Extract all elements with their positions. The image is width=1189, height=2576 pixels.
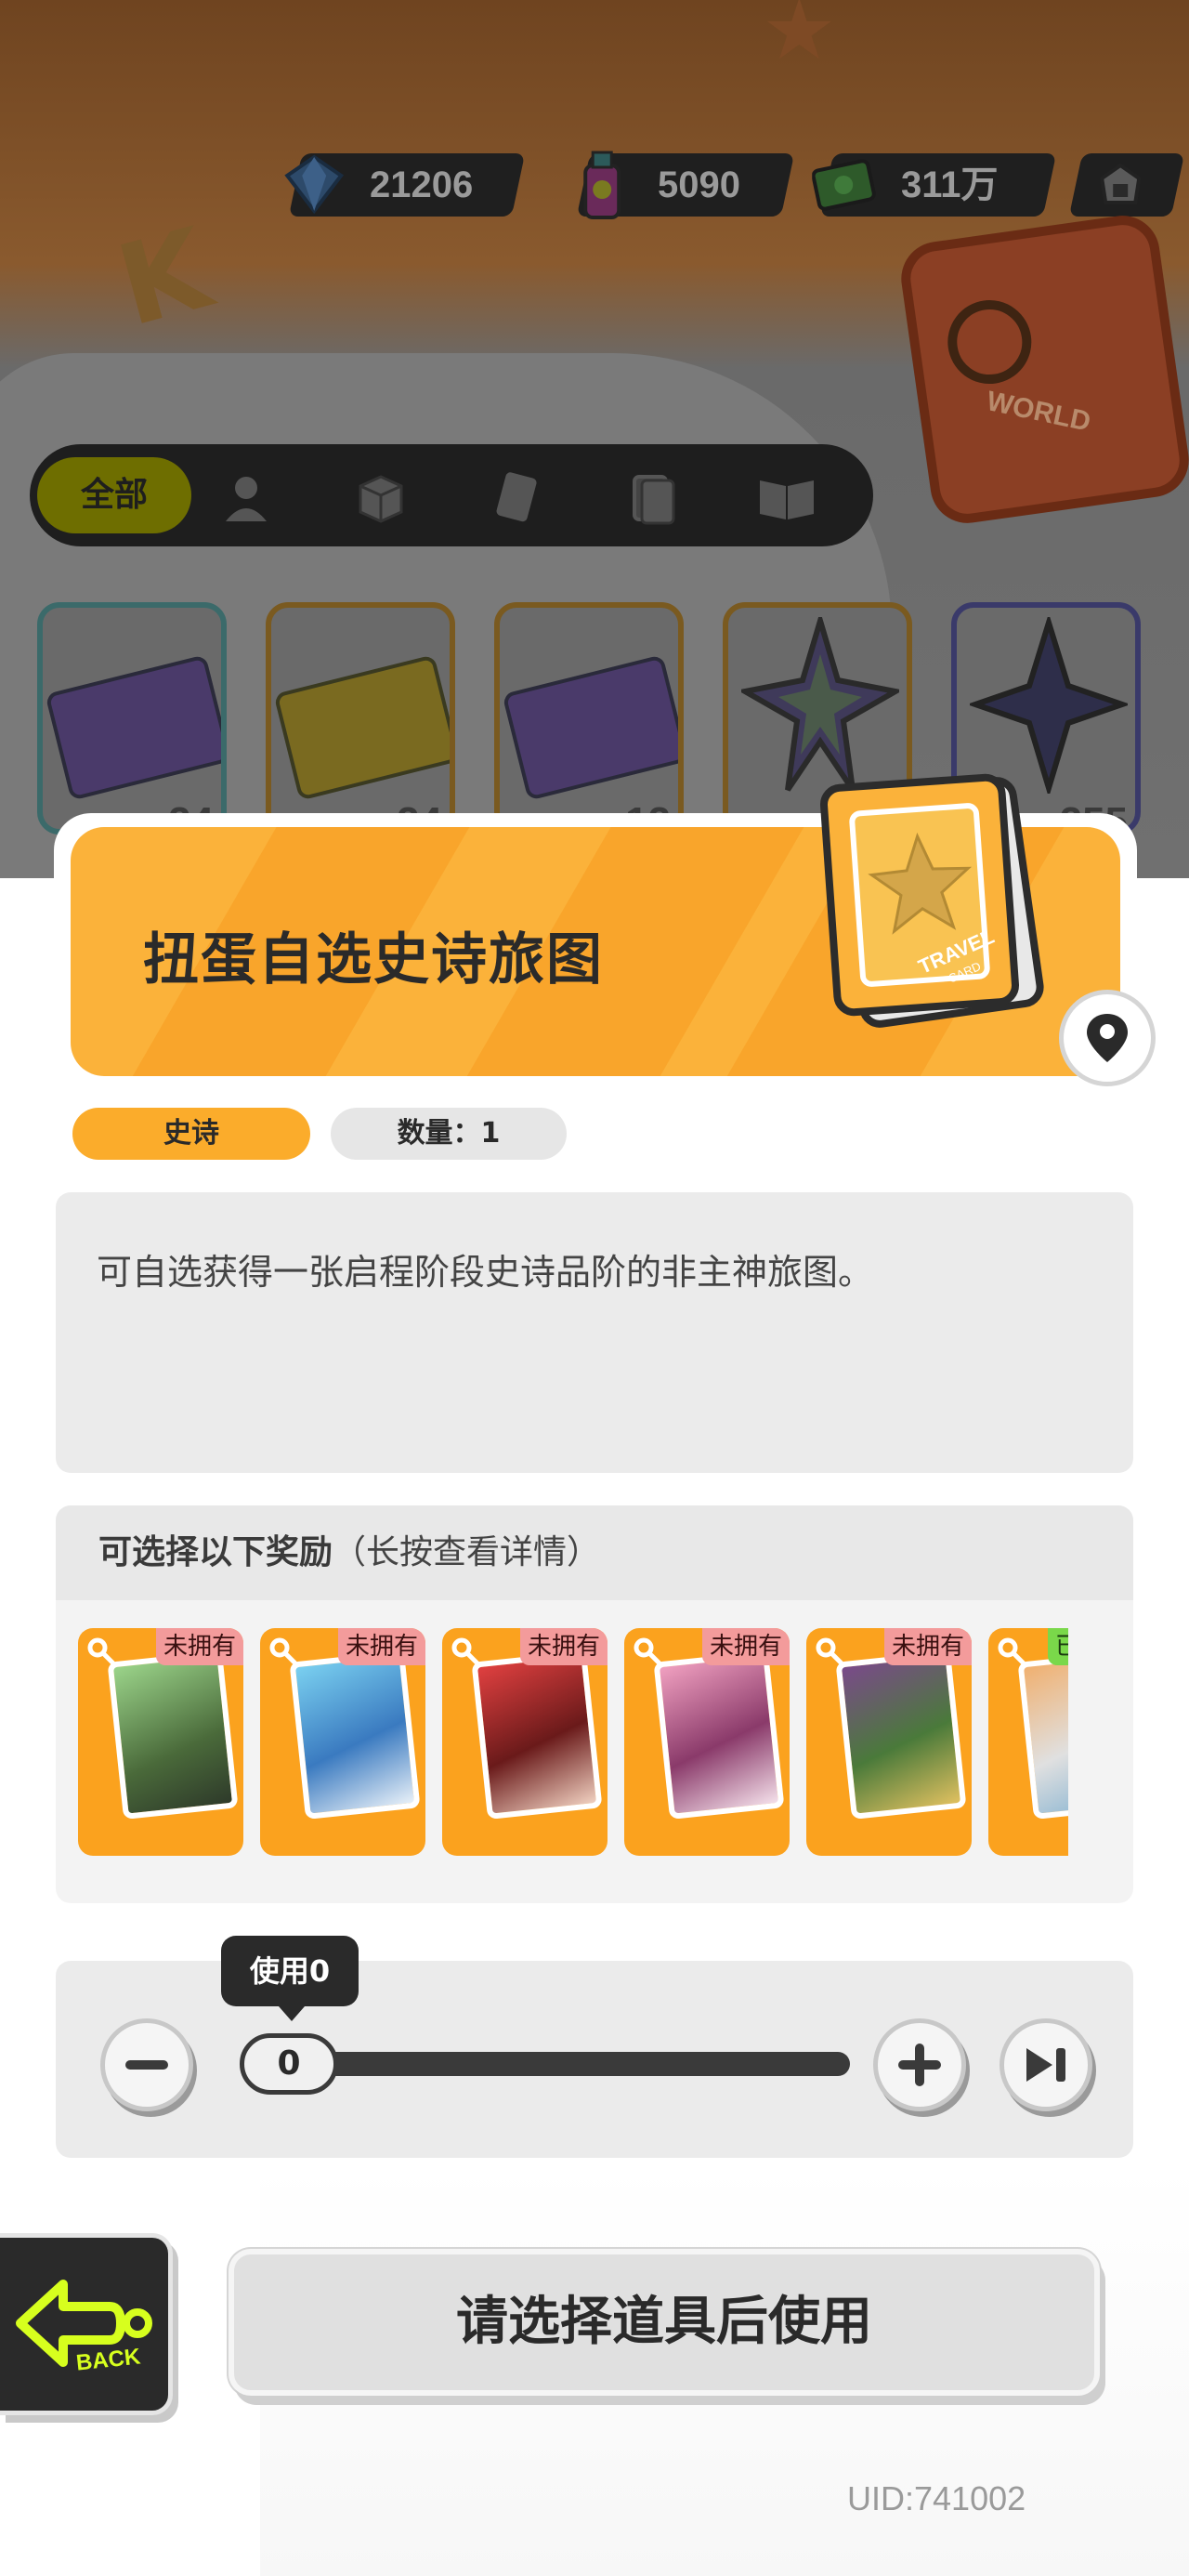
violet-ticket-icon [502,654,678,801]
reward-card[interactable]: 已拥 [988,1628,1068,1856]
tab-all[interactable]: 全部 [37,457,191,533]
diamond-icon [279,146,349,222]
gold-ticket-icon [273,654,450,801]
minus-icon [125,2060,168,2070]
max-button[interactable] [1000,2018,1092,2111]
cash-value: 311万 [901,164,999,205]
back-button[interactable]: BACK [0,2233,173,2415]
increase-button[interactable] [873,2018,966,2111]
character-portrait [471,1649,603,1820]
skip-to-end-icon [1026,2048,1065,2082]
spray-value: 5090 [658,164,740,205]
person-icon[interactable] [214,465,279,530]
rarity-badge: 史诗 [72,1108,310,1160]
character-portrait [1017,1649,1068,1820]
reward-heading: 可选择以下奖励（长按查看详情） [56,1505,1133,1600]
currency-gems[interactable]: 21206 [284,153,526,217]
use-count-tooltip: 使用0 [221,1936,359,2021]
item-title: 扭蛋自选史诗旅图 [143,927,604,992]
bag-emblem-icon [942,295,1038,389]
inventory-item[interactable]: 24 [37,602,227,835]
quantity-slider-track[interactable] [307,2052,850,2076]
gems-value: 21206 [370,164,474,205]
reward-card-strip[interactable]: 未拥有 未拥有 未拥有 未拥有 未拥有 已拥 [78,1628,1068,1856]
user-id: UID:741002 [847,2479,1026,2517]
use-item-button[interactable]: 请选择道具后使用 [229,2249,1100,2396]
box-icon[interactable] [348,465,413,530]
reward-heading-text: 可选择以下奖励 [98,1533,333,1571]
background-k-mark: K [105,204,223,352]
travel-bag-button[interactable]: WORLD [896,210,1189,529]
background-star-icon: ★ [762,0,837,79]
location-pin-icon [1087,1014,1128,1062]
cash-icon [810,146,881,222]
reward-card[interactable]: 未拥有 [806,1628,972,1856]
shop-icon [1085,146,1156,222]
ownership-tag: 未拥有 [337,1628,425,1665]
reward-hint: （长按查看详情） [333,1533,601,1571]
shop-button[interactable] [1068,153,1185,217]
decrease-button[interactable] [100,2018,193,2111]
item-description: 可自选获得一张启程阶段史诗品阶的非主神旅图。 [56,1192,1133,1473]
ownership-tag: 未拥有 [701,1628,790,1665]
inventory-item[interactable]: 24 [266,602,455,835]
reward-card[interactable]: 未拥有 [624,1628,790,1856]
ownership-tag: 未拥有 [883,1628,972,1665]
quantity-badge: 数量：1 [331,1108,567,1160]
reward-card[interactable]: 未拥有 [260,1628,425,1856]
ownership-tag: 未拥有 [519,1628,608,1665]
star-icon [868,832,973,935]
character-portrait [289,1649,421,1820]
reward-selection-panel: 可选择以下奖励（长按查看详情） 未拥有 未拥有 未拥有 未拥有 未拥有 已 [56,1505,1133,1903]
ownership-tag: 未拥有 [155,1628,243,1665]
book-icon[interactable] [754,465,819,530]
spray-can-icon [567,146,637,222]
bag-label: WORLD [984,386,1093,438]
reward-card[interactable]: 未拥有 [78,1628,243,1856]
location-pin-button[interactable] [1059,990,1156,1086]
purple-ticket-icon [45,654,221,801]
character-portrait [653,1649,785,1820]
reward-card[interactable]: 未拥有 [442,1628,608,1856]
inventory-item[interactable]: 12 [494,602,684,835]
card-icon[interactable] [485,465,550,530]
currency-spray[interactable]: 5090 [576,151,795,219]
character-portrait [835,1649,967,1820]
ownership-tag: 已拥 [1048,1628,1068,1665]
plus-icon [898,2044,941,2086]
currency-cash[interactable]: 311万 [812,153,1057,217]
travel-card-image: TRAVEL CARD [790,762,1047,1041]
character-portrait [107,1649,239,1820]
cards-icon[interactable] [621,465,686,530]
quantity-slider-handle[interactable]: 0 [240,2033,338,2095]
